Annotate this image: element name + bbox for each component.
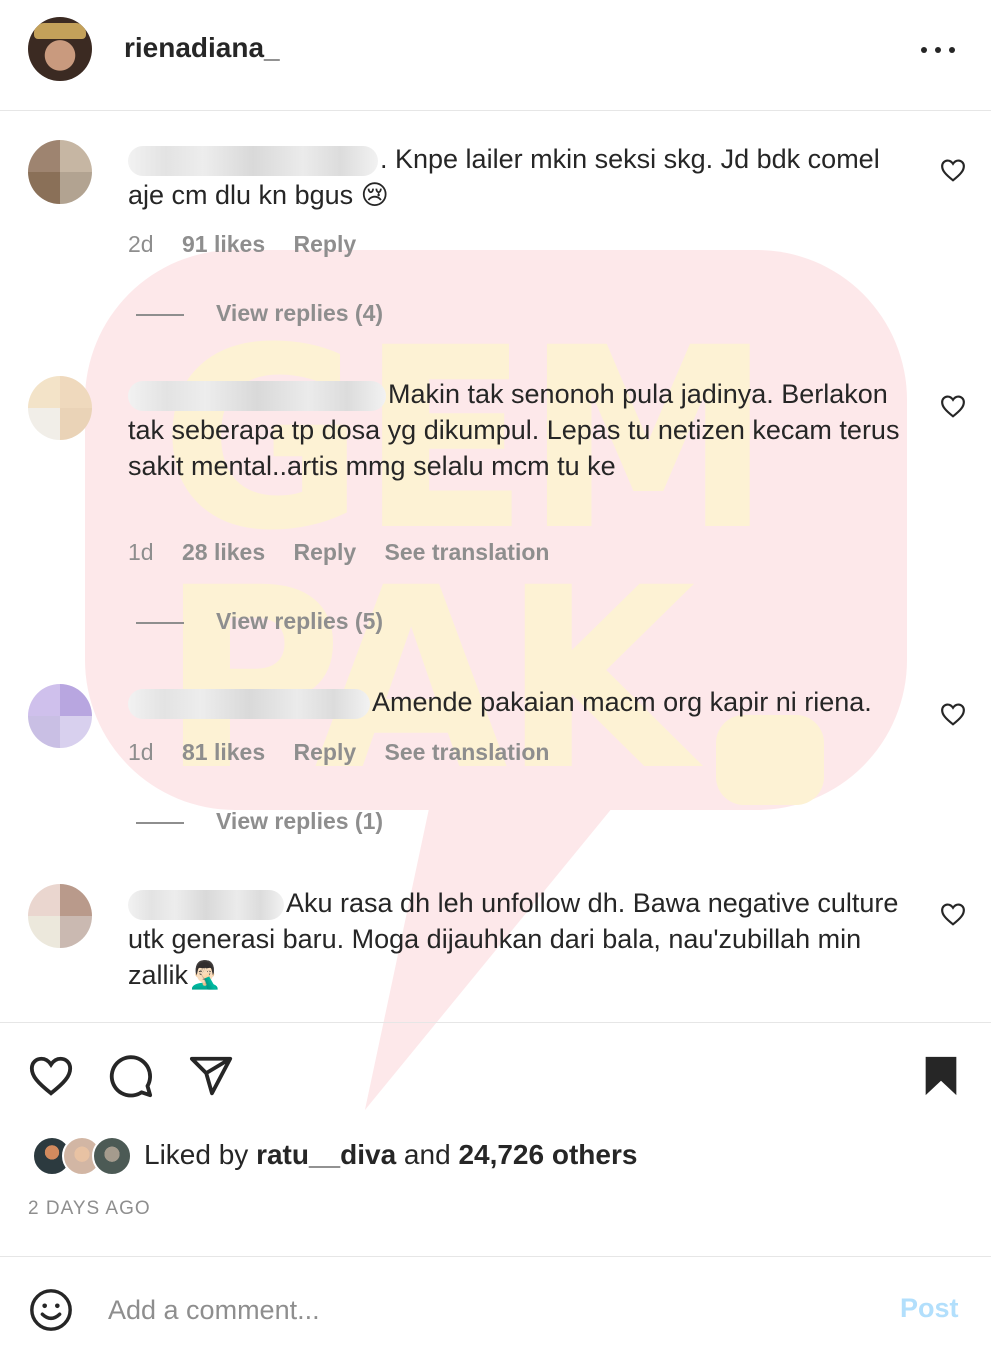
reply-button[interactable]: Reply: [294, 539, 357, 565]
divider: [0, 1256, 991, 1257]
avatar[interactable]: [28, 17, 92, 81]
blurred-username[interactable]: [128, 688, 370, 719]
divider-line: [136, 313, 184, 316]
comment-time: 2d: [128, 231, 154, 257]
divider: [0, 1022, 991, 1023]
comment-meta: 1d 28 likes Reply See translation: [128, 539, 571, 566]
comment-likes[interactable]: 81 likes: [182, 739, 265, 765]
heart-icon[interactable]: [940, 394, 966, 418]
smiley-icon[interactable]: [28, 1287, 74, 1333]
reply-button[interactable]: Reply: [294, 231, 357, 257]
comment-likes[interactable]: 91 likes: [182, 231, 265, 257]
comment-text: Amende pakaian macm org kapir ni riena.: [128, 684, 918, 720]
paper-plane-icon[interactable]: [188, 1053, 234, 1099]
comment-text: Makin tak senonoh pula jadinya. Berlakon…: [128, 379, 900, 481]
post-header: rienadiana_: [0, 0, 991, 111]
comment-time: 1d: [128, 539, 154, 565]
post-timestamp: 2 DAYS AGO: [28, 1198, 151, 1219]
heart-icon[interactable]: [28, 1053, 74, 1099]
comment-meta: 2d 91 likes Reply: [128, 231, 378, 258]
view-replies-button[interactable]: View replies (4): [136, 300, 383, 327]
divider-line: [136, 621, 184, 624]
comment-text: Aku rasa dh leh unfollow dh. Bawa negati…: [128, 888, 899, 990]
comment-avatar[interactable]: [28, 684, 92, 748]
view-replies-button[interactable]: View replies (5): [136, 608, 383, 635]
ellipsis-icon[interactable]: [918, 40, 958, 60]
post-button[interactable]: Post: [900, 1293, 959, 1324]
comment-meta: 1d 81 likes Reply See translation: [128, 739, 571, 766]
heart-icon[interactable]: [940, 702, 966, 726]
watermark-face: [716, 715, 824, 805]
see-translation-button[interactable]: See translation: [385, 739, 550, 765]
comment-time: 1d: [128, 739, 154, 765]
view-replies-button[interactable]: View replies (1): [136, 808, 383, 835]
comment-text: . Knpe lailer mkin seksi skg. Jd bdk com…: [128, 144, 880, 210]
liker-username[interactable]: ratu__diva: [256, 1139, 396, 1170]
avatar[interactable]: [92, 1136, 132, 1176]
blurred-username[interactable]: [128, 145, 378, 176]
likes-count-link[interactable]: 24,726 others: [458, 1139, 637, 1170]
divider-line: [136, 821, 184, 824]
liked-by-text: Liked by ratu__diva and 24,726 others: [144, 1139, 638, 1170]
bookmark-icon[interactable]: [918, 1053, 964, 1099]
comment-avatar[interactable]: [28, 884, 92, 948]
comment-likes[interactable]: 28 likes: [182, 539, 265, 565]
comment-input[interactable]: [108, 1286, 868, 1334]
post-username[interactable]: rienadiana_: [124, 32, 280, 64]
blurred-username[interactable]: [128, 380, 386, 411]
comment-avatar[interactable]: [28, 140, 92, 204]
blurred-username[interactable]: [128, 889, 284, 920]
comment-bubble-icon[interactable]: [108, 1053, 154, 1099]
heart-icon[interactable]: [940, 158, 966, 182]
heart-icon[interactable]: [940, 902, 966, 926]
see-translation-button[interactable]: See translation: [385, 539, 550, 565]
comment-avatar[interactable]: [28, 376, 92, 440]
reply-button[interactable]: Reply: [294, 739, 357, 765]
